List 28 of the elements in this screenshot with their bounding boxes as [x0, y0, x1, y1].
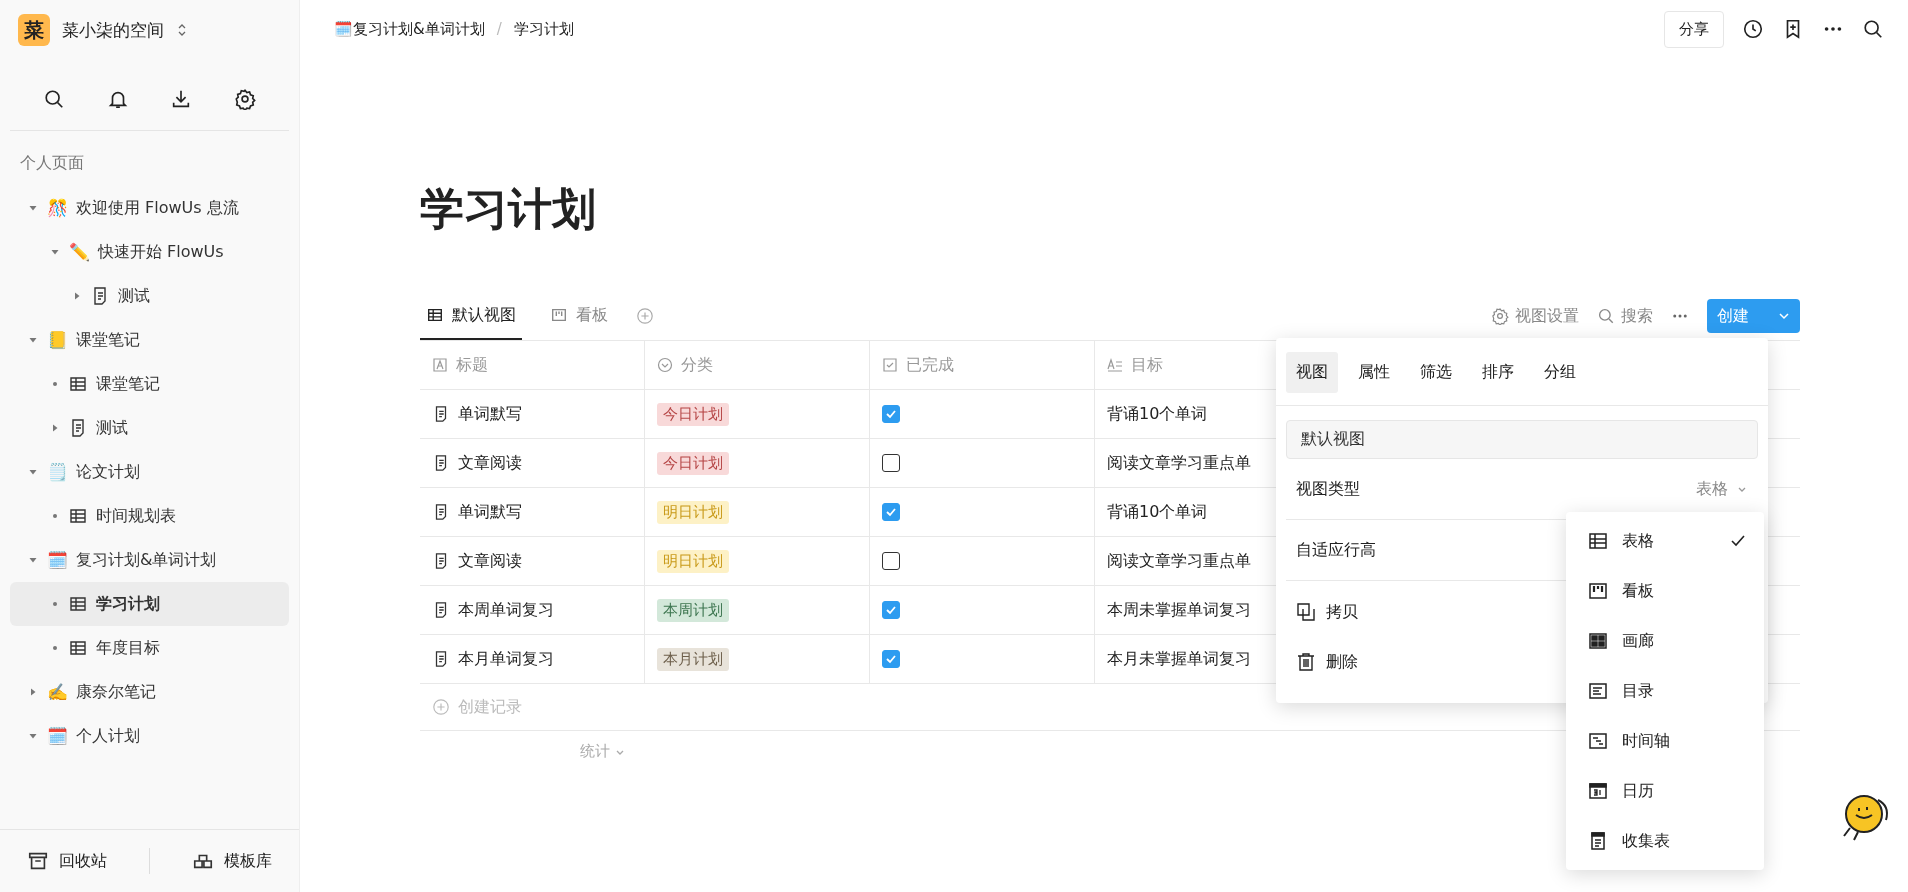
breadcrumb-separator: /	[496, 20, 502, 38]
page-emoji: 🗓	[46, 550, 68, 570]
table-cell: 阅读文章学习重点单	[1107, 452, 1251, 474]
page-emoji: 🗓	[46, 726, 68, 746]
category-tag: 明日计划	[657, 549, 729, 573]
table-cell: 本周未掌握单词复习	[1107, 599, 1251, 621]
column-label: 分类	[681, 354, 713, 376]
page-emoji: ✏	[68, 242, 90, 262]
table-cell: 背诵10个单词	[1107, 403, 1208, 425]
category-tag: 今日计划	[657, 451, 729, 475]
category-tag: 本月计划	[657, 647, 729, 671]
section-label: 个人页面	[19, 152, 85, 174]
column-label: 目标	[1131, 354, 1163, 376]
category-tag: 本周计划	[657, 598, 729, 622]
auto-row-height-label: 自适应行高	[1296, 539, 1376, 561]
page-emoji: ✍	[46, 682, 68, 702]
table-cell: 阅读文章学习重点单	[1107, 550, 1251, 572]
category-tag: 今日计划	[657, 402, 729, 426]
page-emoji: 📒	[46, 330, 68, 350]
view-type-label: 视图类型	[1296, 478, 1360, 500]
page-title: 学习计划	[420, 182, 597, 236]
table-cell: 背诵10个单词	[1107, 501, 1208, 523]
column-label: 标题	[456, 354, 488, 376]
page-emoji: 🗒	[46, 462, 68, 482]
column-label: 已完成	[906, 354, 954, 376]
category-tag: 明日计划	[657, 500, 729, 524]
table-cell: 本月未掌握单词复习	[1107, 648, 1251, 670]
page-emoji: 🎊	[46, 198, 68, 218]
